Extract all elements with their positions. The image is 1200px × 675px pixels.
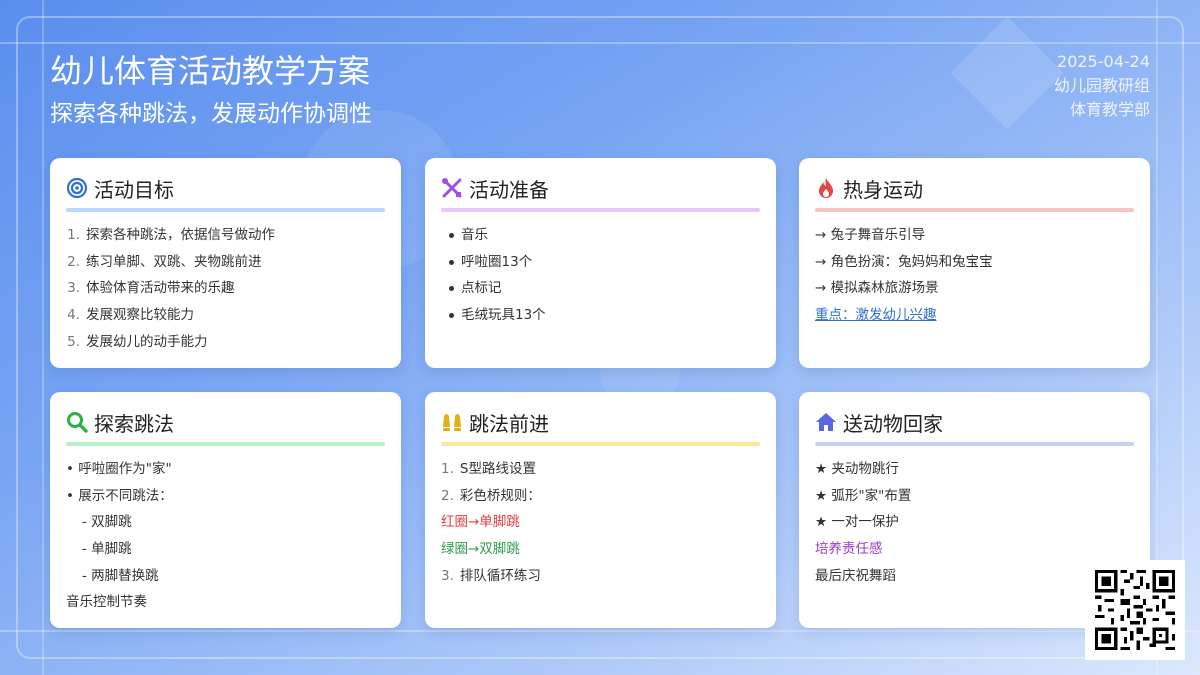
decorative-line bbox=[0, 630, 1200, 632]
list-item: → 角色扮演：兔妈妈和兔宝宝 bbox=[815, 253, 993, 270]
list-item: 2. 练习单脚、双跳、夹物跳前进 bbox=[67, 253, 262, 270]
list-item: • 呼啦圈作为"家" bbox=[66, 461, 172, 477]
card-title: 活动目标 bbox=[94, 177, 174, 202]
list-item: 4. 发展观察比较能力 bbox=[67, 307, 194, 324]
card-explore-jumps: 探索跳法 • 呼啦圈作为"家" • 展示不同跳法： - 双脚跳 - 单脚跳 - … bbox=[50, 392, 401, 628]
footprints-icon bbox=[441, 411, 463, 433]
decorative-line bbox=[42, 0, 44, 675]
list-item: 1. 探索各种跳法，依据信号做动作 bbox=[67, 227, 275, 243]
list-item: ★ 夹动物跳行 bbox=[815, 461, 899, 477]
list-item: - 两脚替换跳 bbox=[82, 567, 159, 584]
page-title: 幼儿体育活动教学方案 bbox=[50, 52, 371, 90]
organization-text: 幼儿园教研组 bbox=[1053, 76, 1150, 95]
key-point-link[interactable]: 重点：激发幼儿兴趣 bbox=[815, 307, 937, 323]
list-item: 3. 体验体育活动带来的乐趣 bbox=[67, 280, 235, 297]
card-accent-bar bbox=[815, 208, 1134, 212]
list-item: 绿圈→双脚跳 bbox=[441, 541, 520, 558]
home-icon bbox=[815, 411, 837, 433]
card-title: 探索跳法 bbox=[94, 411, 174, 436]
list-item: 红圈→单脚跳 bbox=[441, 514, 520, 531]
list-item: ★ 弧形"家"布置 bbox=[815, 487, 912, 504]
tools-icon bbox=[441, 177, 463, 199]
list-item: 音乐控制节奏 bbox=[66, 594, 147, 611]
department-text: 体育教学部 bbox=[1069, 100, 1150, 119]
list-item: 呼啦圈13个 bbox=[441, 249, 760, 276]
date-text: 2025-04-24 bbox=[1057, 52, 1150, 71]
list-item: ★ 一对一保护 bbox=[815, 514, 899, 531]
search-icon bbox=[66, 411, 88, 433]
card-accent-bar bbox=[441, 442, 760, 446]
card-activity-preparation: 活动准备 音乐 呼啦圈13个 点标记 毛绒玩具13个 bbox=[425, 158, 776, 368]
card-title: 活动准备 bbox=[469, 177, 549, 202]
card-accent-bar bbox=[441, 208, 760, 212]
list-item: 毛绒玩具13个 bbox=[441, 302, 760, 329]
card-title: 热身运动 bbox=[843, 177, 923, 202]
list-item: → 模拟森林旅游场景 bbox=[815, 280, 939, 297]
card-accent-bar bbox=[66, 208, 385, 212]
list-item: 5. 发展幼儿的动手能力 bbox=[67, 333, 208, 350]
list-item: → 兔子舞音乐引导 bbox=[815, 227, 926, 243]
card-title: 送动物回家 bbox=[843, 411, 943, 436]
fire-icon bbox=[815, 177, 837, 199]
card-title: 跳法前进 bbox=[469, 411, 549, 436]
list-item: 点标记 bbox=[441, 275, 760, 302]
page-subtitle: 探索各种跳法，发展动作协调性 bbox=[50, 101, 372, 127]
card-jump-forward: 跳法前进 1. S型路线设置 2. 彩色桥规则： 红圈→单脚跳 绿圈→双脚跳 3. 排… bbox=[425, 392, 776, 628]
list-item: 1. S型路线设置 bbox=[441, 461, 536, 477]
header-meta: 2025-04-24 幼儿园教研组 体育教学部 bbox=[1054, 50, 1150, 122]
list-item: 音乐 bbox=[441, 222, 760, 249]
list-item: • 展示不同跳法： bbox=[66, 487, 173, 504]
qr-code-icon[interactable] bbox=[1085, 560, 1185, 660]
card-accent-bar bbox=[66, 442, 385, 446]
target-icon bbox=[66, 177, 88, 199]
card-warm-up: 热身运动 → 兔子舞音乐引导 → 角色扮演：兔妈妈和兔宝宝 → 模拟森林旅游场景… bbox=[799, 158, 1150, 368]
list-item: - 单脚跳 bbox=[82, 541, 132, 558]
list-item: 2. 彩色桥规则： bbox=[441, 487, 541, 504]
card-activity-goals: 活动目标 1. 探索各种跳法，依据信号做动作 2. 练习单脚、双跳、夹物跳前进 3.… bbox=[50, 158, 401, 368]
list-item: 培养责任感 bbox=[815, 541, 883, 558]
card-accent-bar bbox=[815, 442, 1134, 446]
list-item: 3. 排队循环练习 bbox=[441, 567, 541, 584]
list-item: - 双脚跳 bbox=[82, 514, 132, 531]
